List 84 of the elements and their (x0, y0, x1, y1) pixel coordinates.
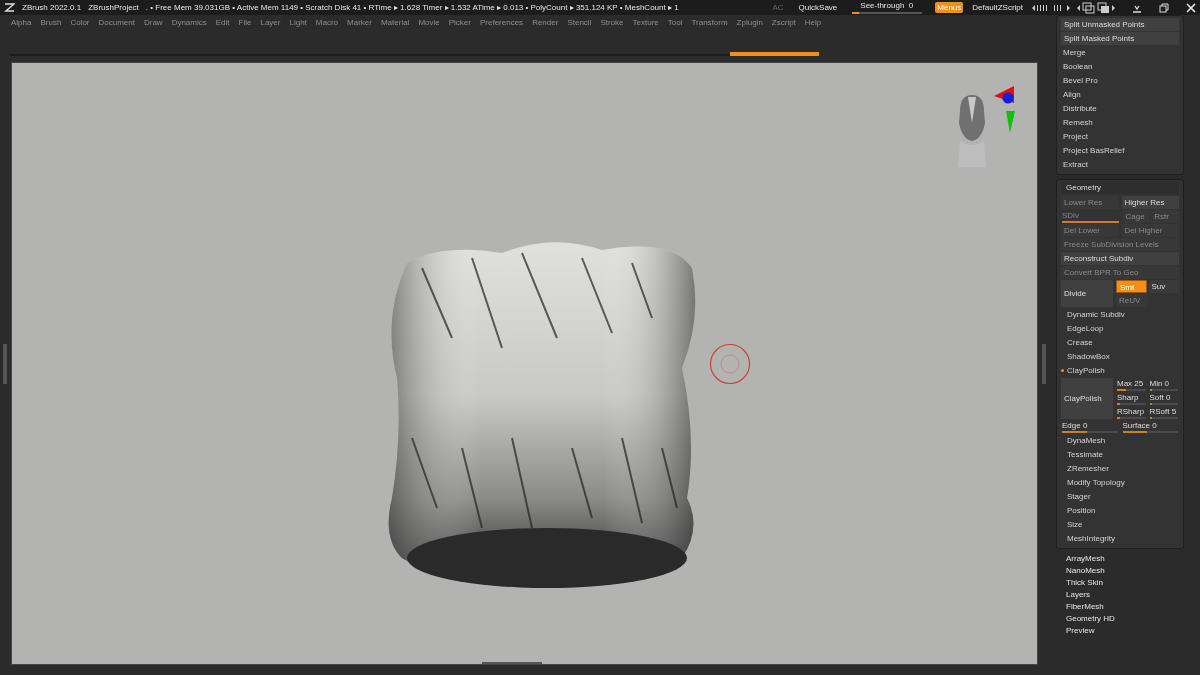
geometry-header[interactable]: Geometry (1061, 181, 1179, 194)
tool-menu-item[interactable]: Preview (1064, 625, 1184, 637)
menu-item[interactable]: Material (380, 18, 410, 27)
script-button[interactable]: DefaultZScript (970, 2, 1025, 13)
menu-item[interactable]: Stroke (600, 18, 624, 27)
panel-item[interactable]: EdgeLoop (1065, 322, 1106, 335)
menu-item[interactable]: Transform (691, 18, 728, 27)
quicksave-button[interactable]: QuickSave (796, 2, 840, 13)
panel-button[interactable]: Split Unmasked Points (1061, 18, 1179, 31)
menu-item[interactable]: File (238, 18, 252, 27)
menu-item[interactable]: Brush (40, 18, 62, 27)
tool-menu-item[interactable]: ArrayMesh (1064, 553, 1184, 565)
panel-button[interactable]: Divide (1061, 280, 1113, 307)
panel-item[interactable]: ZRemesher (1065, 462, 1111, 475)
tool-menu-item[interactable]: FiberMesh (1064, 601, 1184, 613)
panel-item[interactable]: Distribute (1061, 102, 1179, 115)
panel-item[interactable]: Remesh (1061, 116, 1179, 129)
panel-slider[interactable]: Min 0 (1148, 378, 1179, 391)
menu-item[interactable]: Zplugin (736, 18, 763, 27)
menu-item[interactable]: Help (804, 18, 822, 27)
panel-button[interactable]: ClayPolish (1061, 378, 1113, 419)
project-name: ZBrushProject (88, 3, 139, 12)
panel-item[interactable]: Extract (1061, 158, 1179, 171)
panel-item[interactable]: Crease (1065, 336, 1095, 349)
menu-item[interactable]: Dynamics (171, 18, 207, 27)
panel-item[interactable]: MeshIntegrity (1065, 532, 1118, 545)
menu-item[interactable]: Render (532, 18, 559, 27)
right-tray-handle[interactable] (1042, 343, 1046, 384)
panel-slider[interactable]: RSharp (1116, 406, 1147, 419)
status-readout: . • Free Mem 39.031GB • Active Mem 1149 • Scratch Disk 41 • RTime ▸ 1.628 Timer ▸ 1.532 ATime ▸ 0.013 • PolyCount ▸ 351.124 KP • MeshCount ▸ 1 (145, 3, 679, 12)
panel-item[interactable]: Bevel Pro (1061, 74, 1179, 87)
close-icon[interactable] (1186, 2, 1196, 13)
see-through-slider[interactable]: See-through 0 (852, 1, 923, 14)
tool-menu-item[interactable]: Layers (1064, 589, 1184, 601)
panel-item[interactable]: ClayPolish (1065, 364, 1107, 377)
restore-icon[interactable] (1159, 2, 1169, 13)
panel-item[interactable]: Align (1061, 88, 1179, 101)
menu-item[interactable]: Document (98, 18, 135, 27)
app-version: ZBrush 2022.0.1 (22, 3, 82, 12)
menu-item[interactable]: Macro (315, 18, 339, 27)
panel-button[interactable]: Split Masked Points (1061, 32, 1179, 45)
panel-slider[interactable]: Max 25 (1116, 378, 1147, 391)
panel-slider[interactable]: RSoft 5 (1148, 406, 1179, 419)
panel-item[interactable]: Stager (1065, 490, 1093, 503)
panel-item[interactable]: DynaMesh (1065, 434, 1108, 447)
tool-menu-item[interactable]: Geometry HD (1064, 613, 1184, 625)
panel-button[interactable]: Suv (1148, 280, 1179, 293)
menu-item[interactable]: Zscript (771, 18, 796, 27)
panel-item[interactable]: Project (1061, 130, 1179, 143)
tool-menu-item[interactable]: NanoMesh (1064, 565, 1184, 577)
panel-item[interactable]: ShadowBox (1065, 350, 1112, 363)
panel-item[interactable]: Boolean (1061, 60, 1179, 73)
panel-slider[interactable]: Sharp (1116, 392, 1147, 405)
menu-item[interactable]: Alpha (11, 18, 32, 27)
menu-item[interactable]: Texture (632, 18, 659, 27)
tool-menu-item[interactable]: Thick Skin (1064, 577, 1184, 589)
panel-item[interactable]: Position (1065, 504, 1098, 517)
menu-item[interactable]: Draw (143, 18, 163, 27)
panel-button[interactable]: Reconstruct Subdiv (1061, 252, 1179, 265)
panel-item[interactable]: Tessimate (1065, 448, 1105, 461)
menu-item[interactable]: Picker (448, 18, 471, 27)
left-tray-handle[interactable] (3, 343, 7, 384)
menu-item[interactable]: Edit (215, 18, 230, 27)
menu-item[interactable]: Preferences (480, 18, 524, 27)
menu-item[interactable]: Tool (667, 18, 683, 27)
window-arrows-icon[interactable] (1077, 1, 1115, 14)
panel-item[interactable]: Dynamic Subdiv (1065, 308, 1127, 321)
panel-item[interactable]: Modify Topology (1065, 476, 1127, 489)
panel-slider[interactable]: Surface 0 (1121, 420, 1179, 433)
panel-item[interactable]: Size (1065, 518, 1085, 531)
menu-item[interactable]: Stencil (567, 18, 592, 27)
menu-item[interactable]: Layer (260, 18, 281, 27)
viewport-canvas[interactable] (11, 62, 1038, 665)
panel-slider[interactable]: Soft 0 (1148, 392, 1179, 405)
panel-item[interactable]: Merge (1061, 46, 1179, 59)
menu-item[interactable]: Movie (418, 18, 440, 27)
menu-item[interactable]: Color (70, 18, 90, 27)
panel-button[interactable]: Higher Res (1121, 196, 1179, 209)
menu-item[interactable]: Light (289, 18, 307, 27)
brush-cursor-icon (709, 343, 751, 385)
layout-arrows-icon[interactable] (1032, 2, 1070, 13)
panel-slider[interactable]: Edge 0 (1061, 420, 1119, 433)
panel-item[interactable]: Project BasRelief (1061, 144, 1179, 157)
menu-item[interactable]: Marker (347, 18, 372, 27)
